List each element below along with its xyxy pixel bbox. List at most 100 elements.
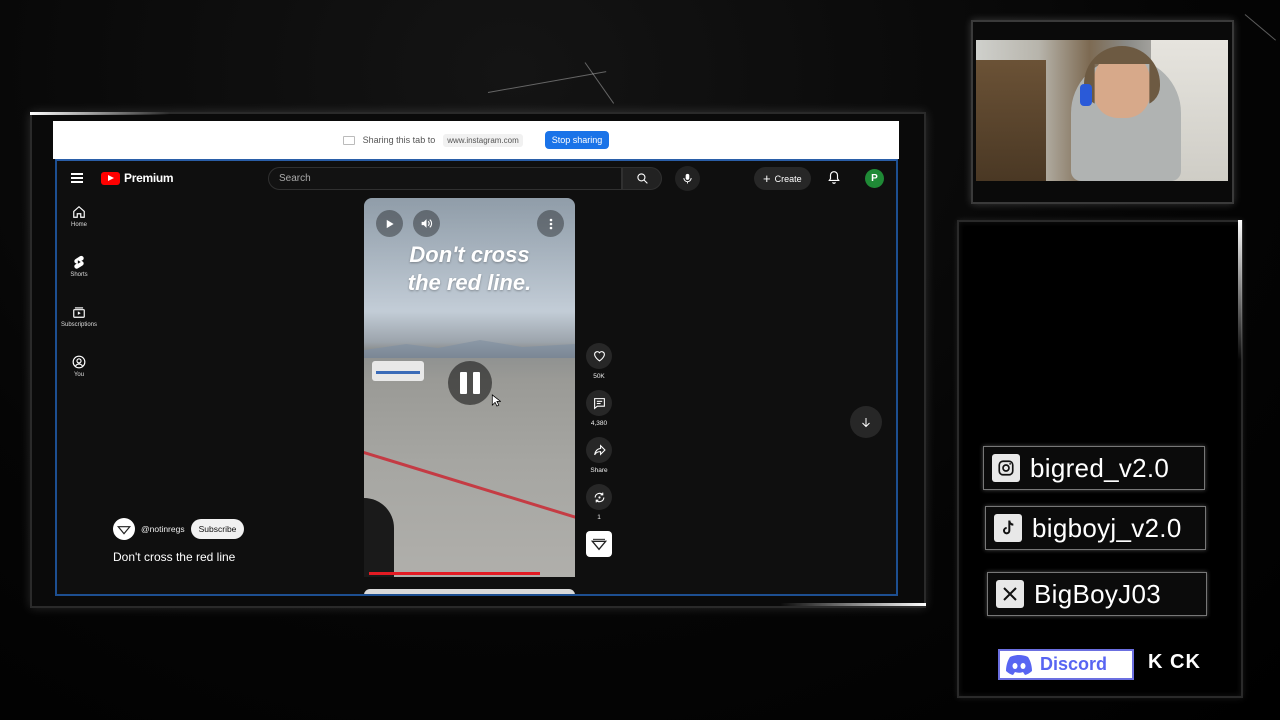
share-button[interactable] xyxy=(586,437,612,463)
microphone-icon xyxy=(683,173,692,184)
more-vertical-icon xyxy=(549,218,552,229)
share-icon xyxy=(593,444,606,456)
play-icon xyxy=(386,219,394,228)
stop-sharing-button[interactable]: Stop sharing xyxy=(544,131,610,149)
bookshelf xyxy=(976,60,1046,181)
caption-line-2: the red line. xyxy=(407,270,532,295)
video-progress-bar[interactable] xyxy=(369,572,540,575)
tiktok-handle-card: bigboyj_v2.0 xyxy=(985,506,1206,550)
shorts-icon xyxy=(74,255,84,269)
x-handle-card: BigBoyJ03 xyxy=(987,572,1207,616)
instagram-handle-card: bigred_v2.0 xyxy=(983,446,1205,490)
play-button[interactable] xyxy=(376,210,403,237)
cursor-icon xyxy=(491,394,501,407)
youtube-play-icon xyxy=(101,171,120,185)
search-button[interactable] xyxy=(622,167,662,190)
you-icon xyxy=(72,355,86,369)
like-count: 50K xyxy=(593,373,605,380)
more-options-button[interactable] xyxy=(537,210,564,237)
home-icon xyxy=(73,205,85,218)
pause-icon[interactable] xyxy=(448,361,492,405)
tab-icon xyxy=(342,135,355,145)
channel-logo-icon xyxy=(117,526,131,535)
comment-icon xyxy=(593,397,605,410)
decorative-line xyxy=(487,71,607,93)
voice-search-button[interactable] xyxy=(675,166,700,191)
decorative-line xyxy=(1244,14,1276,41)
caption-line-1: Don't cross xyxy=(409,242,530,267)
frame-glow xyxy=(30,112,170,115)
channel-handle[interactable]: @notinregs xyxy=(141,524,185,534)
x-handle: BigBoyJ03 xyxy=(1034,578,1161,609)
sidebar-item-you[interactable]: You xyxy=(57,355,101,405)
headset xyxy=(1080,84,1092,106)
video-mountains xyxy=(364,340,575,358)
video-red-line xyxy=(364,448,575,527)
kick-logo: K CK xyxy=(1148,651,1201,673)
decorative-line xyxy=(584,62,615,104)
sidebar-item-subscriptions[interactable]: Subscriptions xyxy=(57,305,101,355)
remix-button[interactable] xyxy=(586,484,612,510)
sidebar: Home Shorts Subscriptions You xyxy=(57,205,101,405)
sidebar-item-shorts[interactable]: Shorts xyxy=(57,255,101,305)
remix-count: 1 xyxy=(597,514,601,521)
shorts-video-player[interactable]: Don't cross the red line. xyxy=(364,198,575,577)
next-video-button[interactable] xyxy=(850,406,882,438)
remix-action[interactable]: 1 xyxy=(585,484,613,521)
comment-count: 4,380 xyxy=(590,420,608,427)
account-avatar[interactable]: P xyxy=(865,169,884,188)
brand-label: Premium xyxy=(124,171,174,185)
x-logo-icon xyxy=(996,580,1024,608)
tab-sharing-bar: Sharing this tab to www.instagram.com St… xyxy=(53,121,899,159)
tiktok-icon xyxy=(994,514,1022,542)
youtube-page: Premium Search + Create P Home Shorts Su… xyxy=(55,159,898,596)
notifications-button[interactable] xyxy=(827,170,841,190)
video-foreground-figure xyxy=(364,498,394,577)
webcam-feed xyxy=(976,40,1228,181)
comment-action[interactable]: 4,380 xyxy=(585,390,613,427)
like-action[interactable]: 50K xyxy=(585,343,613,380)
subscribe-button[interactable]: Subscribe xyxy=(190,519,245,539)
bell-icon xyxy=(828,171,840,184)
volume-button[interactable] xyxy=(413,210,440,237)
stream-overlay: Sharing this tab to www.instagram.com St… xyxy=(0,0,1280,720)
instagram-handle: bigred_v2.0 xyxy=(1030,452,1170,483)
discord-label: Discord xyxy=(1040,654,1108,674)
sidebar-label: Shorts xyxy=(70,272,88,278)
video-caption: Don't cross the red line. xyxy=(364,241,575,297)
sidebar-label: Subscriptions xyxy=(60,322,98,328)
channel-avatar[interactable] xyxy=(113,518,135,540)
subscriptions-icon xyxy=(73,307,85,318)
sidebar-label: You xyxy=(73,372,85,378)
youtube-header: Premium Search + Create P xyxy=(57,161,896,197)
create-button[interactable]: + Create xyxy=(754,167,811,190)
video-title[interactable]: Don't cross the red line xyxy=(113,550,235,564)
arrow-down-icon xyxy=(862,417,870,427)
discord-badge: Discord xyxy=(998,649,1134,680)
sharing-url: www.instagram.com xyxy=(443,133,523,147)
frame-glow xyxy=(780,603,926,606)
comment-button[interactable] xyxy=(586,390,612,416)
sharing-text: Sharing this tab to xyxy=(362,135,436,145)
sidebar-item-home[interactable]: Home xyxy=(57,205,101,255)
youtube-logo[interactable]: Premium xyxy=(101,171,174,185)
heart-icon xyxy=(593,351,605,362)
create-label: Create xyxy=(774,173,802,184)
volume-icon xyxy=(421,219,433,228)
channel-row: @notinregs Subscribe xyxy=(113,518,245,540)
channel-thumbnail[interactable] xyxy=(586,531,612,557)
search-icon xyxy=(636,173,648,184)
remix-icon xyxy=(594,492,604,502)
channel-logo-icon xyxy=(591,538,607,551)
like-button[interactable] xyxy=(586,343,612,369)
menu-icon[interactable] xyxy=(71,173,83,183)
share-action[interactable]: Share xyxy=(585,437,613,474)
instagram-icon xyxy=(992,454,1020,482)
discord-icon xyxy=(1006,654,1032,675)
video-vehicle xyxy=(372,361,424,381)
shorts-actions: 50K 4,380 Share 1 xyxy=(585,343,613,557)
next-short-preview[interactable] xyxy=(364,589,575,594)
plus-icon: + xyxy=(763,170,771,186)
share-label: Share xyxy=(590,467,608,474)
search-input[interactable]: Search xyxy=(268,167,622,190)
